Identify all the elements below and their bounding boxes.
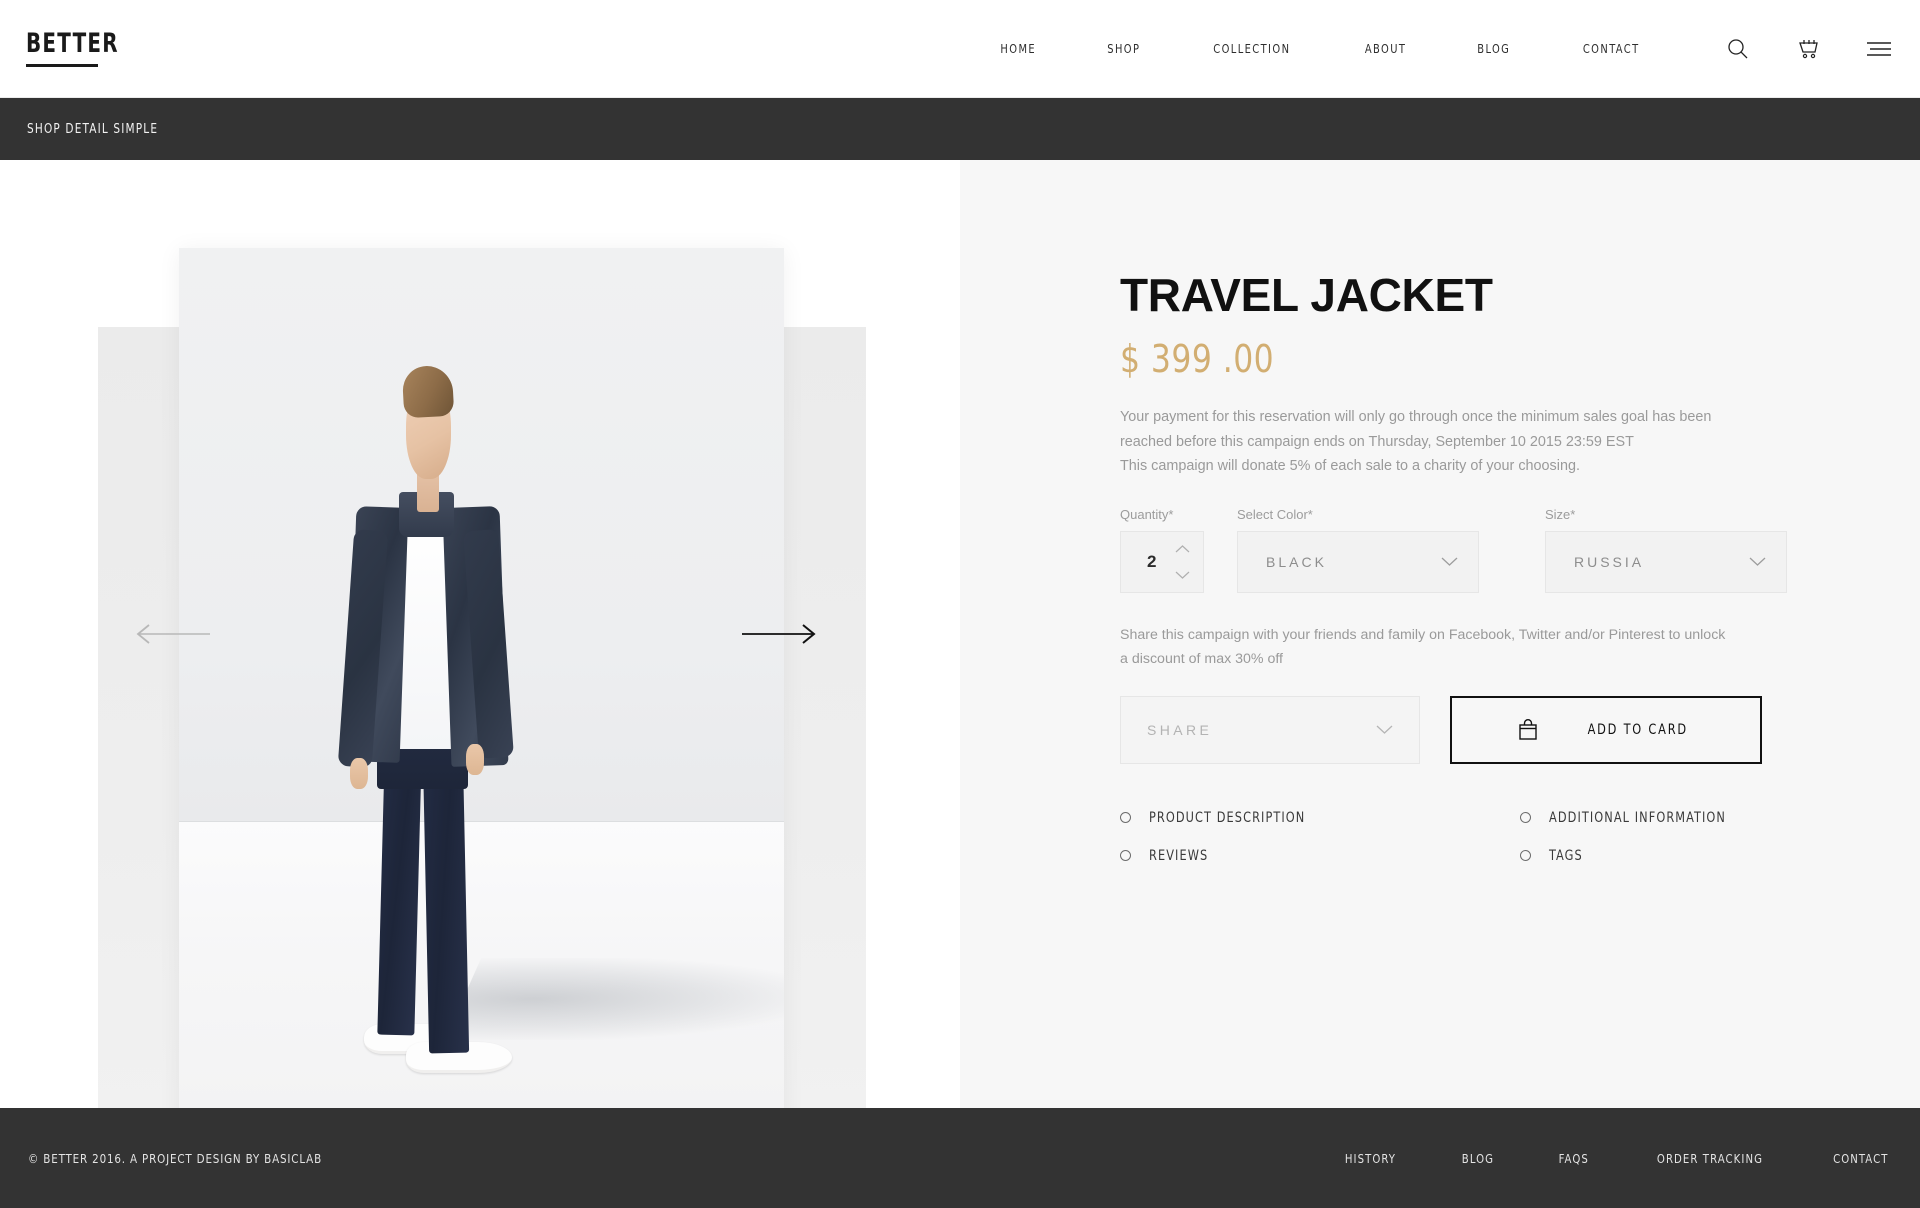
model-leg-left (377, 752, 422, 1036)
footer-links: HISTORY BLOG FAQS ORDER TRACKING CONTACT (1281, 1151, 1892, 1166)
circle-bullet-icon (1520, 812, 1531, 823)
size-value: RUSSIA (1574, 553, 1645, 570)
model-leg-right (422, 752, 469, 1054)
search-icon[interactable] (1724, 36, 1750, 62)
accordion-label: PRODUCT DESCRIPTION (1149, 809, 1306, 826)
share-campaign-note: Share this campaign with your friends an… (1120, 623, 1770, 671)
footer-copyright: © BETTER 2016. A PROJECT DESIGN BY BASIC… (28, 1150, 323, 1166)
footer-link-order-tracking[interactable]: ORDER TRACKING (1657, 1151, 1763, 1166)
model-figure (179, 248, 784, 1108)
quantity-value: 2 (1147, 551, 1157, 571)
share-note-line-1: Share this campaign with your friends an… (1120, 626, 1726, 643)
footer-link-contact[interactable]: CONTACT (1833, 1151, 1888, 1166)
accordion-label: TAGS (1549, 847, 1583, 864)
breadcrumb-title: SHOP DETAIL SIMPLE (27, 121, 159, 137)
product-gallery (0, 160, 960, 1108)
chevron-down-icon (1749, 553, 1766, 571)
footer-link-faqs[interactable]: FAQS (1559, 1151, 1589, 1166)
shopping-bag-icon (1519, 719, 1537, 740)
accordion-label: ADDITIONAL INFORMATION (1549, 809, 1726, 826)
quantity-stepper[interactable]: 2 (1120, 530, 1204, 593)
nav-item-home[interactable]: HOME (1001, 41, 1037, 56)
quantity-field: Quantity* 2 (1120, 507, 1204, 593)
product-title: TRAVEL JACKET (1120, 269, 1493, 321)
gallery-prev-arrow-icon[interactable] (132, 622, 210, 646)
product-price: $ 399 .00 (1120, 337, 1275, 381)
add-to-cart-button[interactable]: ADD TO CARD (1450, 695, 1762, 764)
chevron-down-icon (1441, 553, 1458, 571)
gallery-next-arrow-icon[interactable] (742, 622, 820, 646)
nav-item-contact[interactable]: CONTACT (1582, 41, 1639, 56)
product-description-line-2: reached before this campaign ends on Thu… (1120, 433, 1634, 450)
share-value: SHARE (1147, 721, 1213, 738)
size-field: Size* RUSSIA (1545, 507, 1787, 593)
circle-bullet-icon (1520, 850, 1531, 861)
model-hand-left (349, 757, 368, 789)
quantity-increment-icon[interactable] (1175, 540, 1190, 558)
share-note-line-2: a discount of max 30% off (1120, 650, 1283, 667)
footer-link-blog[interactable]: BLOG (1462, 1151, 1494, 1166)
breadcrumb: SHOP DETAIL SIMPLE (0, 98, 1920, 160)
color-select[interactable]: BLACK (1237, 530, 1479, 593)
accordion-item-tags[interactable]: TAGS (1520, 848, 1920, 864)
quantity-decrement-icon[interactable] (1175, 566, 1190, 584)
logo-underline (26, 64, 98, 67)
circle-bullet-icon (1120, 812, 1131, 823)
chevron-down-icon (1376, 721, 1393, 739)
logo[interactable]: BETTER (26, 30, 139, 67)
size-select[interactable]: RUSSIA (1545, 530, 1787, 593)
hamburger-menu-icon[interactable] (1866, 36, 1892, 62)
accordion-item-reviews[interactable]: REVIEWS (1120, 848, 1520, 864)
product-info-accordion: PRODUCT DESCRIPTION ADDITIONAL INFORMATI… (1120, 810, 1920, 864)
size-label: Size* (1545, 506, 1576, 522)
product-description-line-3: This campaign will donate 5% of each sal… (1120, 458, 1580, 474)
cart-icon[interactable] (1795, 36, 1821, 62)
model-hand-right (465, 743, 484, 775)
header-icon-group (1676, 36, 1892, 62)
main-content: TRAVEL JACKET $ 399 .00 Your payment for… (0, 160, 1920, 1108)
product-image[interactable] (179, 248, 784, 1108)
nav-item-shop[interactable]: SHOP (1107, 41, 1140, 56)
model-hair (401, 365, 454, 419)
nav-item-collection[interactable]: COLLECTION (1214, 41, 1291, 56)
quantity-stepper-arrows (1175, 540, 1190, 584)
nav-item-blog[interactable]: BLOG (1477, 41, 1510, 56)
footer-link-history[interactable]: HISTORY (1345, 1151, 1396, 1166)
color-label: Select Color* (1237, 506, 1313, 522)
product-options-row: Quantity* 2 Select Color* BLACK Size* RU… (1120, 507, 1920, 593)
add-to-cart-label: ADD TO CARD (1587, 721, 1688, 738)
product-description-line-1: Your payment for this reservation will o… (1120, 409, 1712, 425)
share-select[interactable]: SHARE (1120, 695, 1420, 764)
nav-item-about[interactable]: ABOUT (1365, 41, 1406, 56)
color-value: BLACK (1266, 553, 1327, 570)
accordion-item-product-description[interactable]: PRODUCT DESCRIPTION (1120, 810, 1520, 826)
accordion-item-additional-information[interactable]: ADDITIONAL INFORMATION (1520, 810, 1920, 826)
product-description: Your payment for this reservation will o… (1120, 405, 1768, 479)
options-spacer (1512, 507, 1545, 593)
product-details-panel: TRAVEL JACKET $ 399 .00 Your payment for… (960, 160, 1920, 1108)
quantity-label: Quantity* (1120, 506, 1174, 522)
color-field: Select Color* BLACK (1237, 507, 1479, 593)
product-action-row: SHARE ADD TO CARD (1120, 695, 1920, 764)
logo-text: BETTER (26, 28, 119, 59)
site-footer: © BETTER 2016. A PROJECT DESIGN BY BASIC… (0, 1108, 1920, 1208)
circle-bullet-icon (1120, 850, 1131, 861)
site-header: BETTER HOME SHOP COLLECTION ABOUT BLOG C… (0, 0, 1920, 98)
accordion-label: REVIEWS (1149, 847, 1209, 864)
main-navigation: HOME SHOP COLLECTION ABOUT BLOG CONTACT (965, 36, 1892, 62)
